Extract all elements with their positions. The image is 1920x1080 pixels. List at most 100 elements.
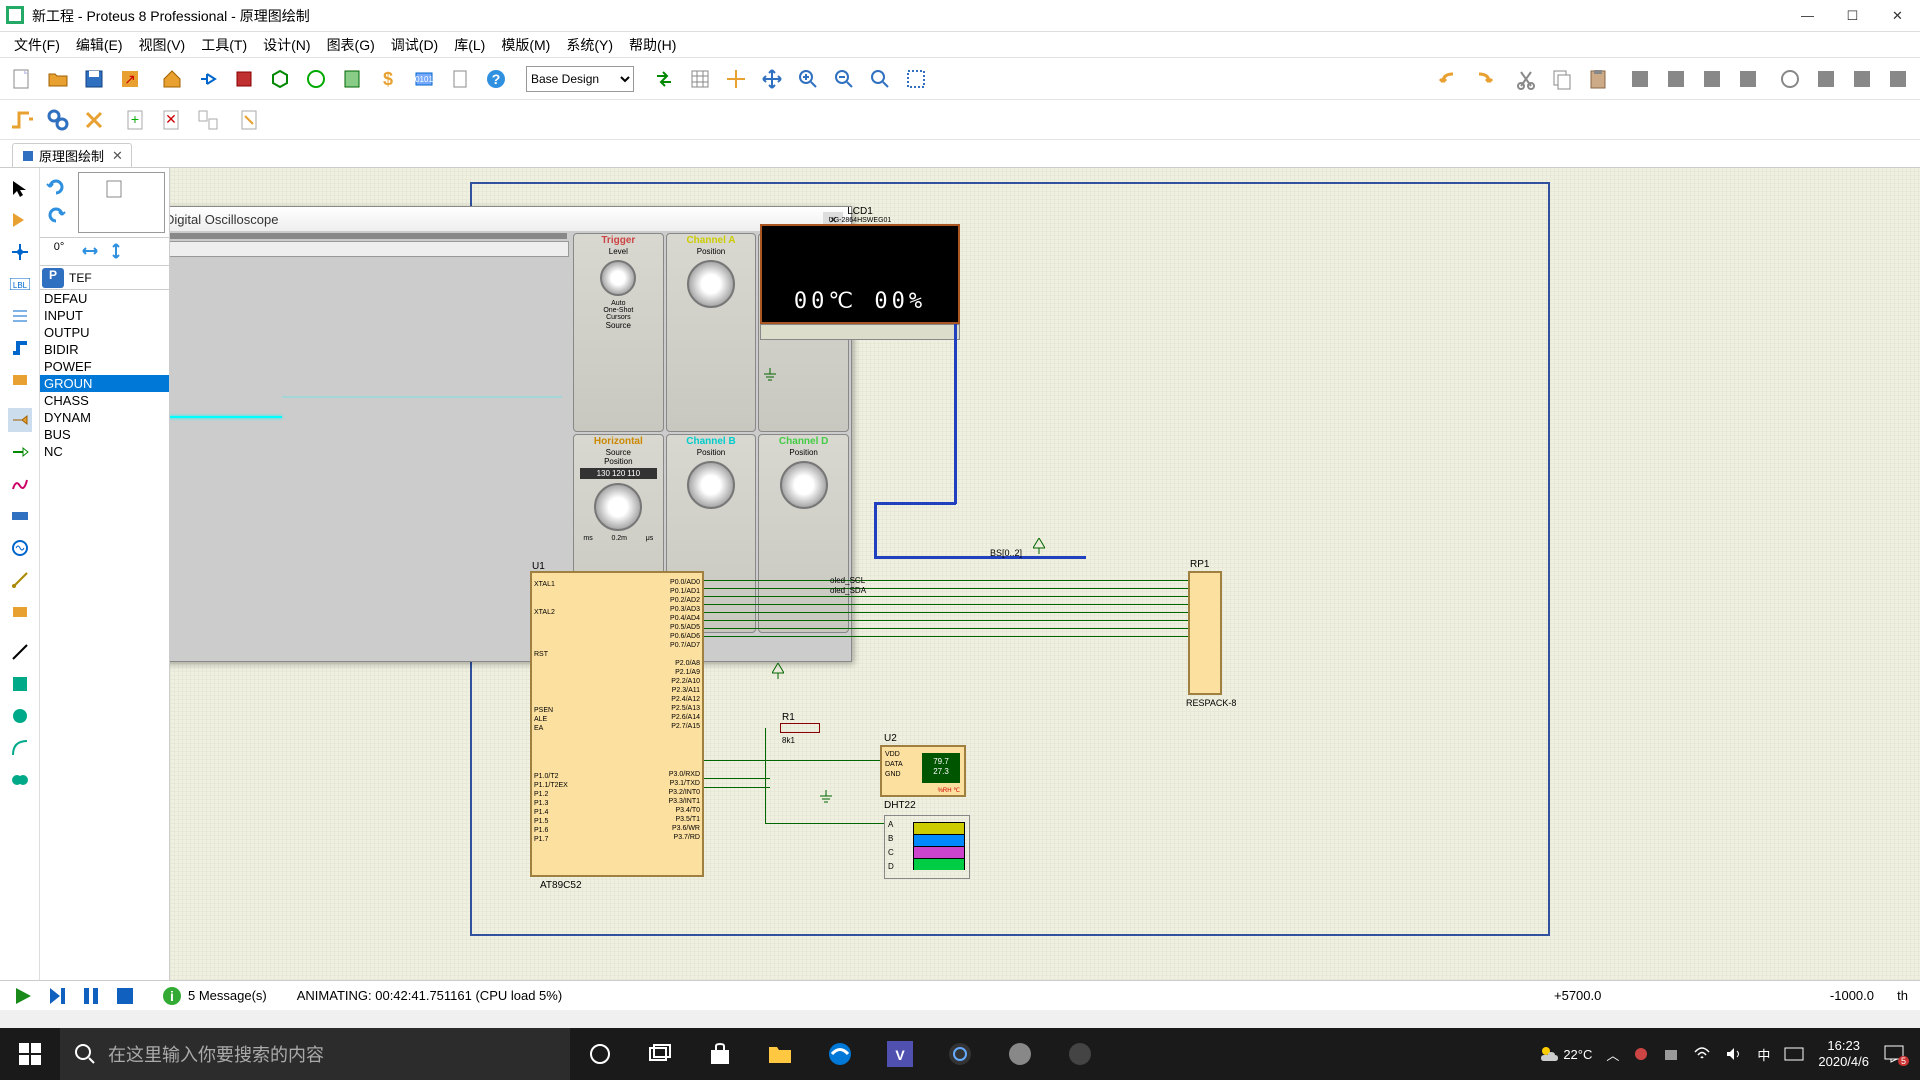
volume-icon[interactable] bbox=[1725, 1046, 1743, 1062]
proteus-app-button[interactable] bbox=[930, 1028, 990, 1080]
component-tool[interactable] bbox=[8, 208, 32, 232]
edge-button[interactable] bbox=[810, 1028, 870, 1080]
terminal-item[interactable]: POWEF bbox=[40, 358, 169, 375]
decompose-button[interactable] bbox=[1882, 63, 1914, 95]
zoom-area-button[interactable] bbox=[900, 63, 932, 95]
save-button[interactable] bbox=[78, 63, 110, 95]
3d-button[interactable] bbox=[264, 63, 296, 95]
tray-icon-2[interactable] bbox=[1663, 1046, 1679, 1062]
menu-graph[interactable]: 图表(G) bbox=[319, 33, 383, 57]
code-button[interactable]: 0101 bbox=[408, 63, 440, 95]
terminal-item[interactable]: BUS bbox=[40, 426, 169, 443]
pause-button[interactable] bbox=[76, 983, 106, 1009]
resistor-pack[interactable] bbox=[1188, 571, 1222, 695]
tray-chevron[interactable]: ︿ bbox=[1606, 1045, 1619, 1064]
origin-button[interactable] bbox=[720, 63, 752, 95]
arc-tool[interactable] bbox=[8, 736, 32, 760]
dht22-component[interactable]: VDD DATA GND 79.727.3 %RH ℃ bbox=[880, 745, 966, 797]
oscilloscope-component[interactable]: A B C D bbox=[884, 815, 970, 879]
dollar-button[interactable]: $ bbox=[372, 63, 404, 95]
cut-button[interactable] bbox=[1510, 63, 1542, 95]
minimize-button[interactable]: — bbox=[1785, 2, 1830, 30]
block-move-button[interactable] bbox=[1660, 63, 1692, 95]
wire-tool-button[interactable] bbox=[6, 104, 38, 136]
terminal-item[interactable]: DEFAU bbox=[40, 290, 169, 307]
pcb-button[interactable] bbox=[228, 63, 260, 95]
block-rotate-button[interactable] bbox=[1696, 63, 1728, 95]
oscilloscope-display[interactable] bbox=[170, 233, 567, 239]
menu-design[interactable]: 设计(N) bbox=[255, 33, 318, 57]
lcd-component[interactable]: LCD1 UG-2864HSWEG01 00℃ 00% bbox=[760, 206, 960, 340]
copy-button[interactable] bbox=[1546, 63, 1578, 95]
osc-channel-a-panel[interactable]: Channel A Position bbox=[666, 233, 757, 432]
undo-button[interactable] bbox=[1432, 63, 1464, 95]
selection-tool[interactable] bbox=[8, 176, 32, 200]
p-button[interactable]: P bbox=[42, 268, 64, 288]
junction-tool[interactable] bbox=[8, 240, 32, 264]
menu-system[interactable]: 系统(Y) bbox=[558, 33, 621, 57]
close-button[interactable]: ✕ bbox=[1875, 2, 1920, 30]
app-button-2[interactable] bbox=[1050, 1028, 1110, 1080]
block-copy-button[interactable] bbox=[1624, 63, 1656, 95]
zoom-out-button[interactable] bbox=[828, 63, 860, 95]
new-file-button[interactable] bbox=[6, 63, 38, 95]
gerber-button[interactable] bbox=[300, 63, 332, 95]
oscilloscope-window[interactable]: Digital Oscilloscope × Trigger Level Aut… bbox=[170, 206, 852, 662]
rotate-ccw-button[interactable] bbox=[46, 205, 68, 227]
clock[interactable]: 16:23 2020/4/6 bbox=[1818, 1038, 1869, 1070]
resistor-r1[interactable] bbox=[780, 723, 820, 733]
menu-tools[interactable]: 工具(T) bbox=[193, 33, 255, 57]
terminal-item-selected[interactable]: GROUN bbox=[40, 375, 169, 392]
subcircuit-tool[interactable] bbox=[8, 368, 32, 392]
terminal-item[interactable]: NC bbox=[40, 443, 169, 460]
store-button[interactable] bbox=[690, 1028, 750, 1080]
graph-tool[interactable] bbox=[8, 472, 32, 496]
generator-tool[interactable] bbox=[8, 536, 32, 560]
notes-button[interactable] bbox=[444, 63, 476, 95]
taskbar-search[interactable]: 在这里输入你要搜索的内容 bbox=[60, 1028, 570, 1080]
config-tool-button[interactable] bbox=[78, 104, 110, 136]
terminal-item[interactable]: CHASS bbox=[40, 392, 169, 409]
pick-button[interactable] bbox=[1774, 63, 1806, 95]
pan-button[interactable] bbox=[756, 63, 788, 95]
flip-h-button[interactable] bbox=[80, 241, 102, 263]
maximize-button[interactable]: ☐ bbox=[1830, 2, 1875, 30]
osc-trigger-panel[interactable]: Trigger Level Auto One-Shot Cursors Sour… bbox=[573, 233, 664, 432]
wifi-icon[interactable] bbox=[1693, 1046, 1711, 1062]
delete-sheet-button[interactable]: ✕ bbox=[156, 104, 188, 136]
pin-tool[interactable] bbox=[8, 440, 32, 464]
search-tool-button[interactable] bbox=[42, 104, 74, 136]
probe-tool[interactable] bbox=[8, 568, 32, 592]
source-button[interactable] bbox=[234, 104, 266, 136]
menu-help[interactable]: 帮助(H) bbox=[621, 33, 684, 57]
bom-button[interactable] bbox=[336, 63, 368, 95]
close-project-button[interactable]: ↗ bbox=[114, 63, 146, 95]
rotate-cw-button[interactable] bbox=[46, 177, 68, 199]
menu-library[interactable]: 库(L) bbox=[446, 33, 493, 57]
goto-sheet-button[interactable] bbox=[192, 104, 224, 136]
channel-d-knob[interactable] bbox=[780, 461, 828, 509]
terminal-item[interactable]: INPUT bbox=[40, 307, 169, 324]
play-button[interactable] bbox=[8, 983, 38, 1009]
terminal-item[interactable]: OUTPU bbox=[40, 324, 169, 341]
terminal-item[interactable]: DYNAM bbox=[40, 409, 169, 426]
line-tool[interactable] bbox=[8, 640, 32, 664]
transfer-button[interactable] bbox=[648, 63, 680, 95]
zoom-in-button[interactable] bbox=[792, 63, 824, 95]
weather-widget[interactable]: 22°C bbox=[1539, 1044, 1592, 1064]
help-button[interactable]: ? bbox=[480, 63, 512, 95]
block-delete-button[interactable] bbox=[1732, 63, 1764, 95]
notification-button[interactable]: 5 bbox=[1883, 1044, 1905, 1064]
channel-b-knob[interactable] bbox=[687, 461, 735, 509]
tape-tool[interactable] bbox=[8, 504, 32, 528]
open-file-button[interactable] bbox=[42, 63, 74, 95]
instrument-tool[interactable] bbox=[8, 600, 32, 624]
start-button[interactable] bbox=[0, 1028, 60, 1080]
oscilloscope-titlebar[interactable]: Digital Oscilloscope × bbox=[170, 207, 851, 231]
message-count[interactable]: 5 Message(s) bbox=[188, 988, 267, 1003]
menu-view[interactable]: 视图(V) bbox=[131, 33, 194, 57]
tab-close-button[interactable]: ✕ bbox=[112, 148, 123, 164]
menu-edit[interactable]: 编辑(E) bbox=[68, 33, 131, 57]
mcu-component[interactable]: XTAL1 XTAL2 RST PSEN ALE EA P1.0/T2 P1.1… bbox=[530, 571, 704, 877]
ime-indicator[interactable]: 中 bbox=[1757, 1045, 1770, 1064]
